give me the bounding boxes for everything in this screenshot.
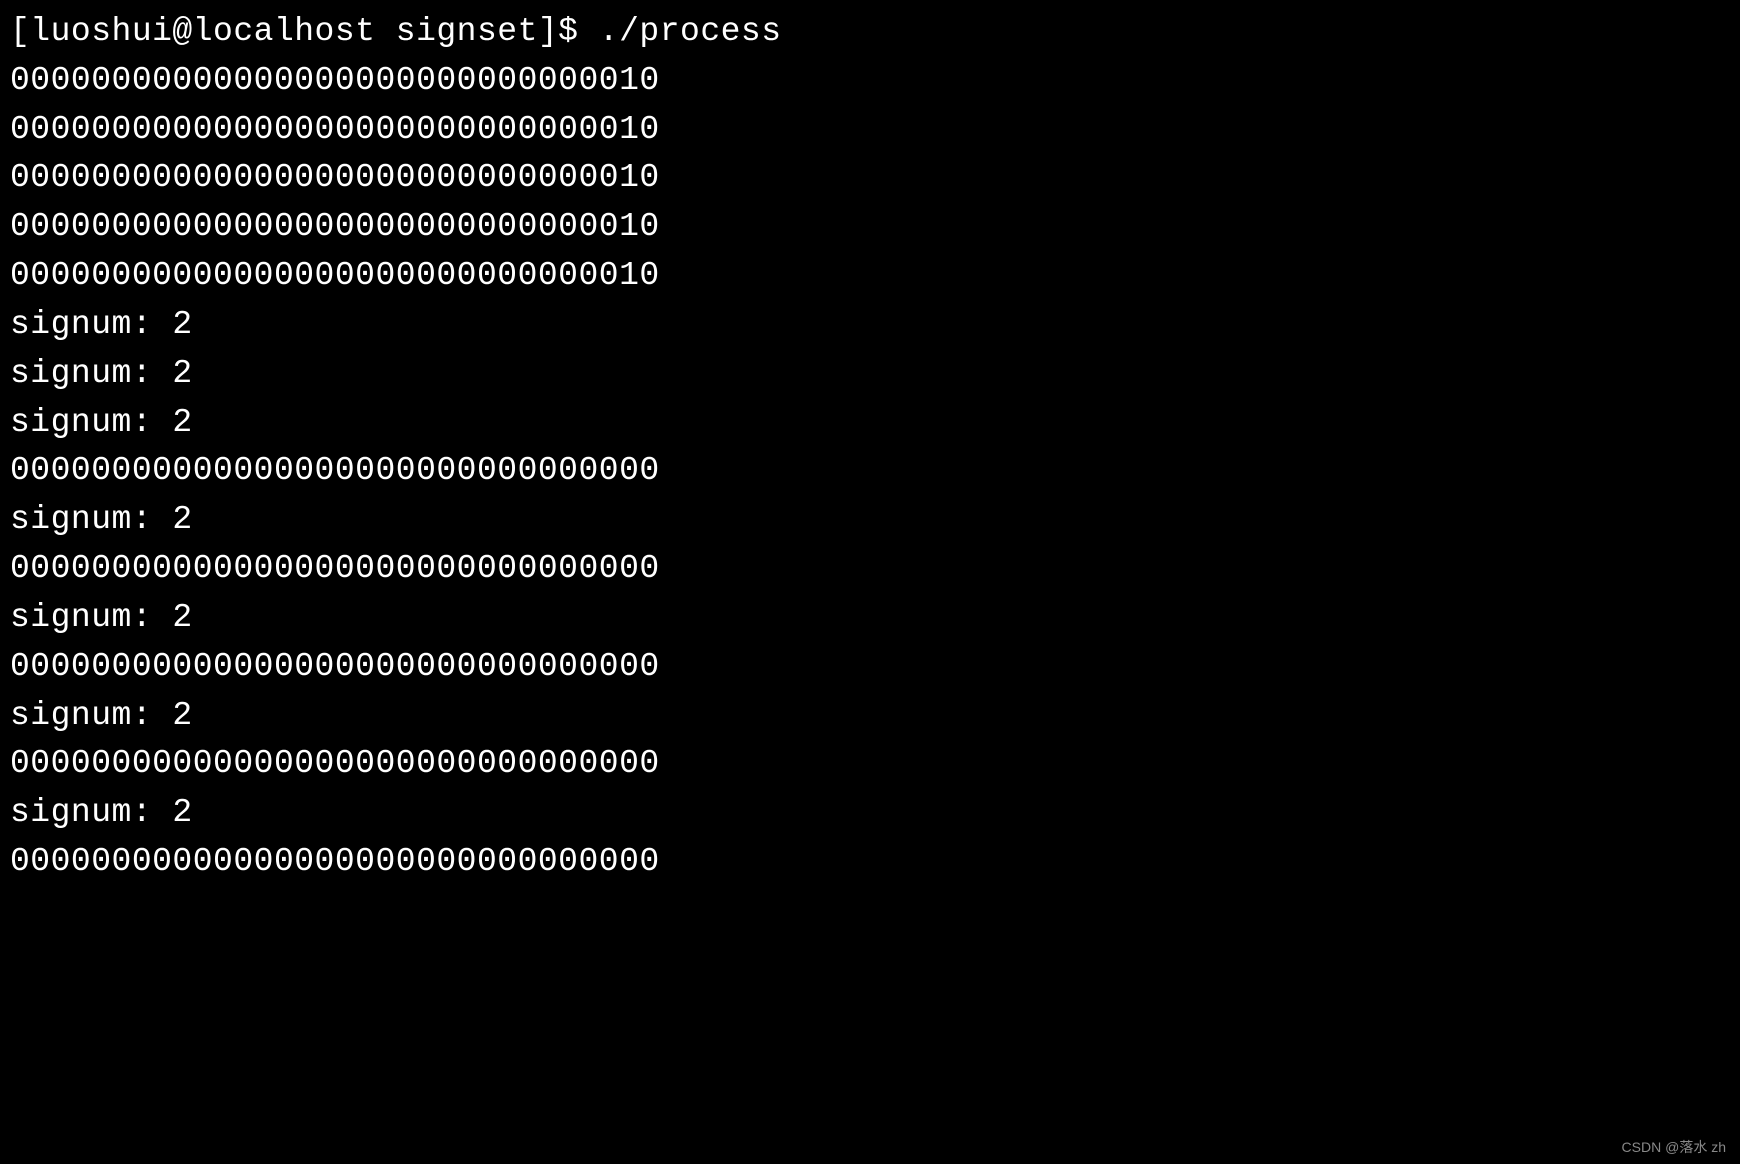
output-line: signum: 2: [10, 496, 1730, 545]
output-line: 00000000000000000000000000000010: [10, 106, 1730, 155]
shell-prompt: [luoshui@localhost signset]$: [10, 13, 599, 50]
output-line: 00000000000000000000000000000010: [10, 57, 1730, 106]
output-line: signum: 2: [10, 350, 1730, 399]
watermark-text: CSDN @落水 zh: [1622, 1137, 1726, 1158]
command-text: ./process: [599, 13, 782, 50]
output-line: signum: 2: [10, 594, 1730, 643]
terminal-window[interactable]: [luoshui@localhost signset]$ ./process 0…: [10, 8, 1730, 887]
output-line: signum: 2: [10, 399, 1730, 448]
output-line: 00000000000000000000000000000010: [10, 252, 1730, 301]
terminal-prompt-line: [luoshui@localhost signset]$ ./process: [10, 8, 1730, 57]
output-line: signum: 2: [10, 692, 1730, 741]
output-line: 00000000000000000000000000000000: [10, 643, 1730, 692]
output-line: 00000000000000000000000000000000: [10, 838, 1730, 887]
output-line: 00000000000000000000000000000010: [10, 203, 1730, 252]
output-line: 00000000000000000000000000000000: [10, 447, 1730, 496]
output-line: 00000000000000000000000000000010: [10, 154, 1730, 203]
output-line: 00000000000000000000000000000000: [10, 545, 1730, 594]
output-line: 00000000000000000000000000000000: [10, 740, 1730, 789]
output-line: signum: 2: [10, 789, 1730, 838]
output-line: signum: 2: [10, 301, 1730, 350]
